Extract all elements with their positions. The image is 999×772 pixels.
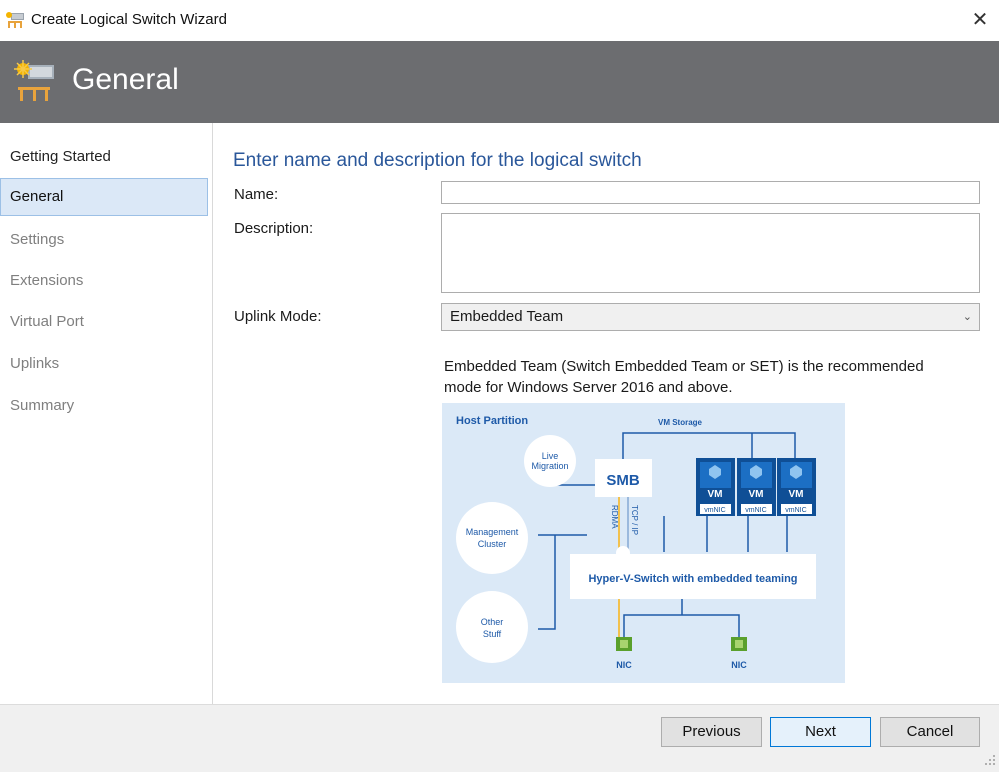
vm-label: VM xyxy=(749,489,764,500)
sidebar-item-summary[interactable]: Summary xyxy=(0,387,208,425)
sidebar-item-general[interactable]: General xyxy=(0,178,208,216)
host-partition-label: Host Partition xyxy=(456,415,528,427)
description-label: Description: xyxy=(234,220,314,237)
vm-storage-label: VM Storage xyxy=(658,418,703,427)
nic-label: NIC xyxy=(616,660,632,670)
sidebar-item-uplinks[interactable]: Uplinks xyxy=(0,345,208,383)
tcp-ip-label: TCP / IP xyxy=(630,505,639,535)
description-textarea[interactable] xyxy=(441,213,980,293)
sidebar-item-virtual-port[interactable]: Virtual Port xyxy=(0,303,208,341)
previous-button[interactable]: Previous xyxy=(661,717,762,747)
vm-node: VM vmNIC xyxy=(777,458,816,516)
chevron-down-icon: ⌄ xyxy=(962,311,972,323)
name-input[interactable] xyxy=(441,181,980,204)
title-bar: Create Logical Switch Wizard ✕ xyxy=(0,0,999,41)
nic-label: NIC xyxy=(731,660,747,670)
smb-label: SMB xyxy=(606,472,640,489)
live-migration-label-2: Migration xyxy=(531,461,568,471)
set-architecture-diagram: Host Partition VM Storage Live Migration… xyxy=(442,403,845,683)
live-migration-label-1: Live xyxy=(542,451,559,461)
other-label-1: Other xyxy=(481,617,504,627)
management-cluster-node xyxy=(456,502,528,574)
management-label-1: Management xyxy=(466,527,519,537)
rdma-label: RDMA xyxy=(610,505,619,529)
close-icon[interactable]: ✕ xyxy=(968,8,992,32)
wizard-footer: Previous Next Cancel xyxy=(0,704,999,772)
vm-label: VM xyxy=(789,489,804,500)
logical-switch-icon xyxy=(14,60,54,101)
uplink-mode-value: Embedded Team xyxy=(450,308,564,325)
vm-node: VM vmNIC xyxy=(696,458,735,516)
sidebar-item-settings[interactable]: Settings xyxy=(0,221,208,259)
uplink-mode-select[interactable]: Embedded Team ⌄ xyxy=(441,303,980,331)
other-label-2: Stuff xyxy=(483,629,502,639)
page-banner: General xyxy=(0,41,999,123)
resize-grip-icon[interactable] xyxy=(984,754,996,766)
sidebar-item-extensions[interactable]: Extensions xyxy=(0,262,208,300)
vmnic-label: vmNIC xyxy=(704,507,725,514)
window-title: Create Logical Switch Wizard xyxy=(31,11,227,28)
uplink-mode-info: Embedded Team (Switch Embedded Team or S… xyxy=(444,358,924,396)
page-title: General xyxy=(72,63,179,96)
vm-label: VM xyxy=(708,489,723,500)
cancel-button[interactable]: Cancel xyxy=(880,717,980,747)
management-label-2: Cluster xyxy=(478,539,507,549)
logical-switch-icon xyxy=(6,12,24,28)
hyper-v-switch-label: Hyper-V-Switch with embedded teaming xyxy=(588,573,797,585)
other-stuff-node xyxy=(456,591,528,663)
section-title: Enter name and description for the logic… xyxy=(233,150,642,171)
uplink-mode-label: Uplink Mode: xyxy=(234,308,322,325)
wizard-steps-sidebar: Getting Started General Settings Extensi… xyxy=(0,123,213,704)
next-button[interactable]: Next xyxy=(770,717,871,747)
vmnic-label: vmNIC xyxy=(785,507,806,514)
main-content: Enter name and description for the logic… xyxy=(213,123,999,704)
sidebar-item-getting-started[interactable]: Getting Started xyxy=(0,138,208,176)
name-label: Name: xyxy=(234,186,279,203)
vm-node: VM vmNIC xyxy=(737,458,776,516)
vmnic-label: vmNIC xyxy=(745,507,766,514)
